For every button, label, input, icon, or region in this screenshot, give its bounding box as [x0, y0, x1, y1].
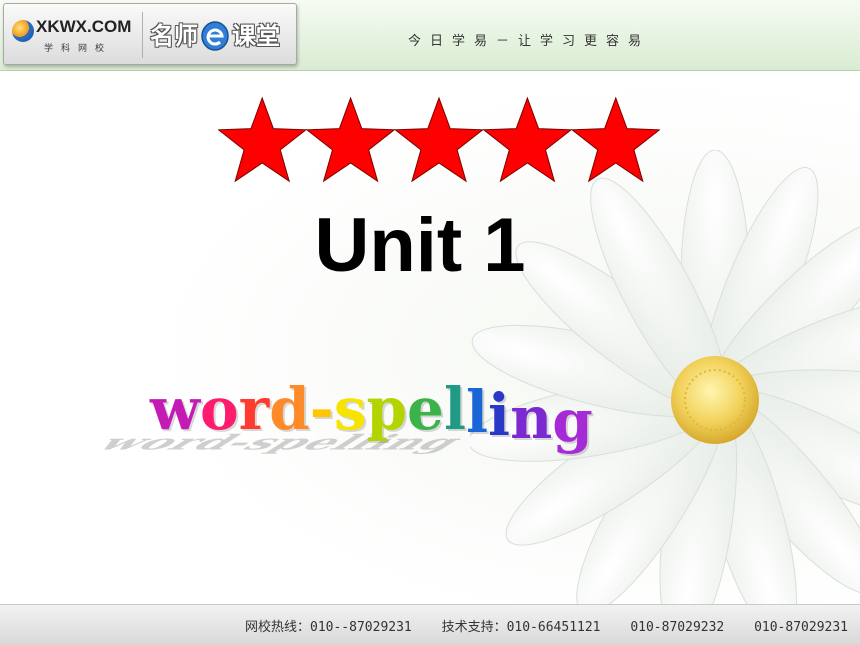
- e-letter-icon: [201, 20, 229, 51]
- star-icon: [305, 96, 396, 183]
- support-text: 技术支持：010-66451121: [441, 620, 601, 635]
- phone-3: 010-87029231: [754, 620, 848, 635]
- logo-subtitle: 学科网校: [44, 44, 113, 54]
- header-bar: XKWX.COM 学科网校 名师 课堂 今日学易－让学习更容易: [0, 0, 860, 71]
- wordart-letter: n: [510, 384, 553, 452]
- slide: XKWX.COM 学科网校 名师 课堂 今日学易－让学习更容易 Unit 1 w…: [0, 0, 860, 645]
- globe-icon: [12, 20, 34, 42]
- wordart-letter: r: [238, 375, 270, 443]
- hotline-text: 网校热线：010--87029231: [245, 620, 412, 635]
- wordart-letter: -: [309, 375, 334, 443]
- logo-divider: [142, 12, 143, 58]
- star-icon: [482, 96, 573, 183]
- contact-info: 网校热线：010--87029231 技术支持：010-66451121 010…: [223, 616, 848, 635]
- wordart-letter: l: [443, 375, 466, 443]
- wordart-letter: g: [552, 387, 593, 455]
- star-icon: [570, 96, 660, 183]
- wordart-letter: i: [488, 381, 511, 449]
- footer-bar: 网校热线：010--87029231 技术支持：010-66451121 010…: [0, 604, 860, 645]
- wordart-letter: p: [366, 375, 408, 443]
- wordart-letter: e: [407, 375, 444, 443]
- wordart-letter: w: [150, 375, 200, 443]
- wordart-letter: s: [333, 375, 367, 443]
- site-logo[interactable]: XKWX.COM 学科网校 名师 课堂: [3, 3, 297, 65]
- wordart-letter: l: [466, 378, 489, 446]
- brand-name: 名师 课堂: [150, 16, 280, 55]
- tagline: 今日学易－让学习更容易: [408, 34, 651, 49]
- star-rating: [218, 96, 660, 183]
- brand-right: 课堂: [232, 21, 280, 50]
- star-icon: [218, 96, 308, 183]
- phone-2: 010-87029232: [630, 620, 725, 635]
- wordart-heading: word-spelling: [150, 375, 593, 450]
- unit-title: Unit 1: [314, 203, 526, 288]
- wordart-letter: o: [199, 375, 239, 443]
- star-icon: [393, 96, 485, 183]
- wordart-letter: d: [269, 375, 310, 443]
- logo-text: XKWX.COM: [36, 17, 132, 36]
- brand-left: 名师: [150, 21, 198, 50]
